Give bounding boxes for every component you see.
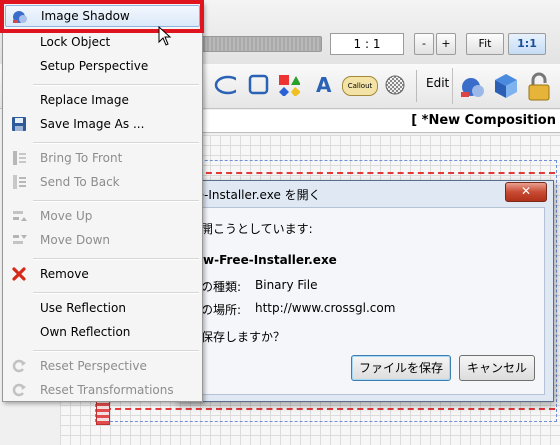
- remove-icon: [12, 267, 26, 281]
- image-effects-icon[interactable]: [459, 73, 487, 99]
- context-menu: Image Shadow Lock Object Setup Perspecti…: [2, 2, 203, 402]
- reset-transformations-icon: [12, 383, 26, 397]
- lock-icon[interactable]: [527, 72, 551, 102]
- menu-item-move-down: Move Down: [3, 229, 202, 251]
- dialog-body: を開こうとしています: raw-Free-Installer.exe ルの種類:…: [184, 207, 545, 395]
- menu-item-image-shadow[interactable]: Image Shadow: [5, 5, 200, 27]
- callout-tool-icon[interactable]: Callout: [342, 76, 378, 96]
- zoom-ratio-display: 1 : 1: [330, 33, 404, 55]
- menu-item-label: Own Reflection: [40, 325, 131, 339]
- move-up-icon: [13, 211, 27, 221]
- image-boundary-bottom: [105, 408, 555, 410]
- move-down-icon: [13, 235, 27, 244]
- reset-perspective-icon: [12, 359, 26, 373]
- save-file-button[interactable]: ファイルを保存: [351, 355, 451, 381]
- dialog-close-button[interactable]: ✕: [505, 182, 547, 202]
- menu-item-label: Send To Back: [40, 175, 120, 189]
- menu-item-label: Setup Perspective: [40, 59, 149, 73]
- menu-item-replace-image[interactable]: Replace Image: [3, 89, 202, 111]
- actual-size-button[interactable]: 1:1: [508, 33, 546, 55]
- menu-item-send-to-back: Send To Back: [3, 171, 202, 193]
- download-dialog: re-Installer.exe を開く ✕ を開こうとしています: raw-F…: [175, 180, 554, 402]
- composition-title: [ *New Composition: [411, 113, 556, 128]
- pattern-tool-icon[interactable]: [384, 74, 406, 96]
- menu-item-label: Use Reflection: [40, 301, 126, 315]
- menu-item-label: Remove: [40, 267, 89, 281]
- menu-item-label: Bring To Front: [40, 151, 123, 165]
- dialog-title: re-Installer.exe を開く: [192, 188, 321, 202]
- menu-item-label: Reset Perspective: [40, 359, 147, 373]
- menu-item-label: Move Up: [40, 209, 93, 223]
- file-location-value: http://www.crossgl.com: [255, 301, 396, 315]
- menu-separator: [33, 292, 199, 294]
- menu-item-setup-perspective[interactable]: Setup Perspective: [3, 55, 202, 77]
- rectangle-tool-icon[interactable]: [248, 74, 270, 96]
- cube-icon[interactable]: [493, 72, 519, 100]
- menu-item-label: Reset Transformations: [40, 383, 174, 397]
- file-type-value: Binary File: [255, 278, 318, 292]
- menu-item-reset-perspective: Reset Perspective: [3, 355, 202, 377]
- toolbar-divider: [416, 70, 417, 102]
- save-icon: [12, 117, 26, 131]
- send-to-back-icon: [13, 175, 26, 189]
- menu-item-own-reflection[interactable]: Own Reflection: [3, 321, 202, 343]
- menu-separator: [33, 200, 199, 202]
- menu-item-remove[interactable]: Remove: [3, 263, 202, 285]
- menu-item-label: Move Down: [40, 233, 110, 247]
- menu-item-label: Lock Object: [40, 35, 111, 49]
- zoom-in-button[interactable]: +: [436, 33, 456, 55]
- cancel-button[interactable]: キャンセル: [459, 355, 535, 381]
- menu-separator: [33, 258, 199, 260]
- edit-label: Edit: [426, 76, 450, 90]
- menu-separator: [33, 142, 199, 144]
- zoom-out-button[interactable]: -: [414, 33, 434, 55]
- menu-separator: [33, 350, 199, 352]
- zoom-slider[interactable]: [200, 36, 322, 52]
- dialog-prompt: を開こうとしています:: [189, 222, 313, 236]
- dialog-filename: raw-Free-Installer.exe: [189, 253, 337, 267]
- menu-item-reset-transformations: Reset Transformations: [3, 379, 202, 401]
- composition-title-bar: [ *New Composition: [200, 110, 560, 133]
- menu-separator: [33, 84, 199, 86]
- image-shadow-icon: [13, 11, 27, 23]
- menu-item-bring-to-front: Bring To Front: [3, 147, 202, 169]
- dialog-question: を保存しますか？: [189, 330, 286, 344]
- ellipse-tool-icon[interactable]: [214, 74, 236, 96]
- edit-group: [452, 68, 560, 104]
- mouse-cursor-icon: [158, 26, 172, 46]
- shapes-tool-icon[interactable]: [278, 74, 300, 96]
- menu-item-use-reflection[interactable]: Use Reflection: [3, 297, 202, 319]
- fit-button[interactable]: Fit: [466, 33, 504, 55]
- bring-to-front-icon: [13, 151, 26, 165]
- menu-item-save-image-as[interactable]: Save Image As ...: [3, 113, 202, 135]
- menu-item-label: Image Shadow: [41, 9, 130, 23]
- menu-item-lock-object[interactable]: Lock Object: [3, 31, 202, 53]
- text-tool-icon[interactable]: A: [316, 73, 338, 97]
- menu-item-label: Replace Image: [40, 93, 129, 107]
- menu-item-label: Save Image As ...: [40, 117, 145, 131]
- menu-item-move-up: Move Up: [3, 205, 202, 227]
